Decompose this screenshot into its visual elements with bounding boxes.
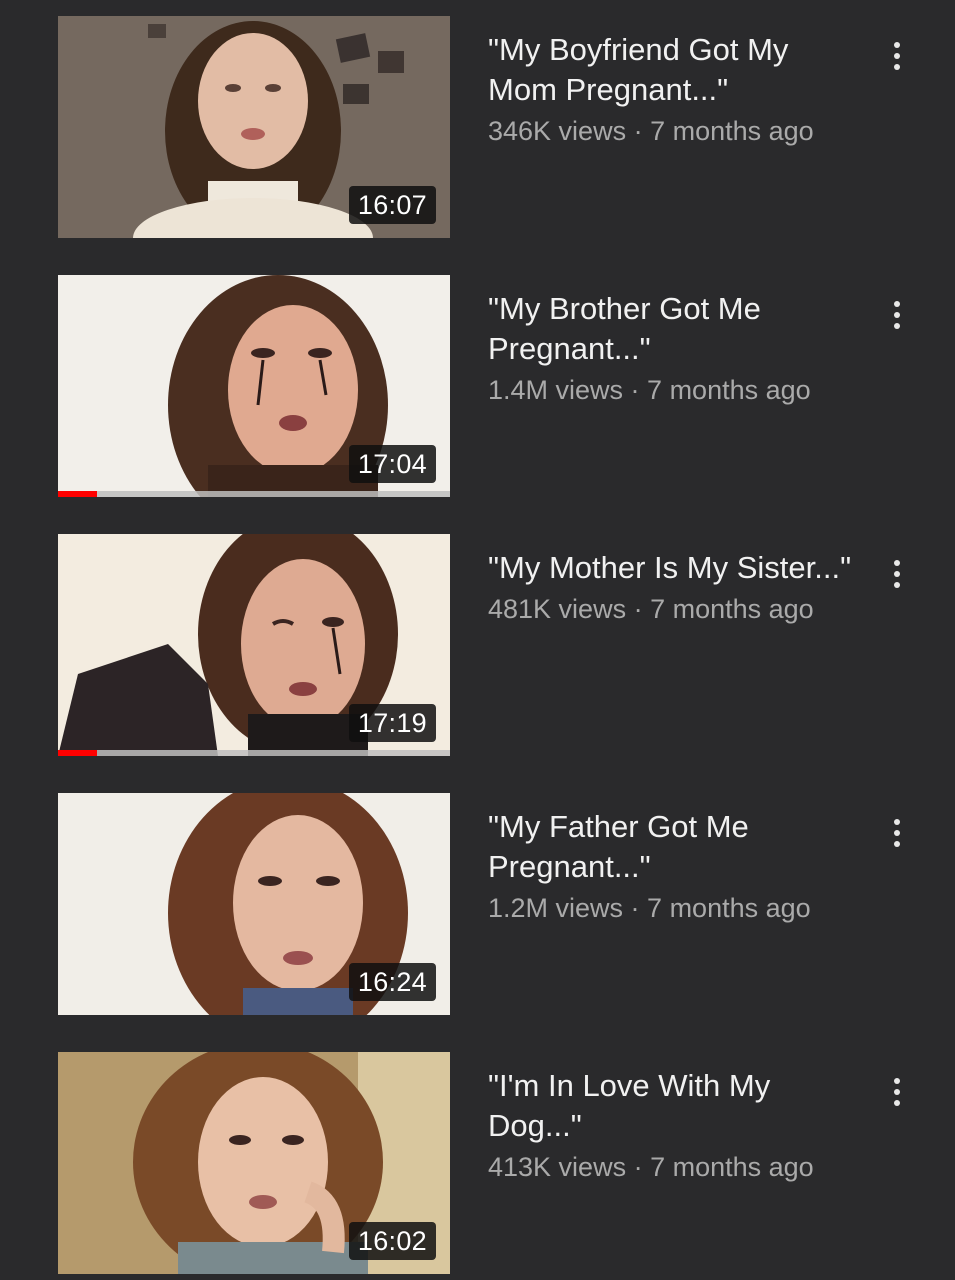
video-thumbnail[interactable]: 17:19 <box>58 534 450 756</box>
watch-progress-fill <box>58 491 98 497</box>
watch-progress-bar <box>58 491 450 497</box>
video-duration: 16:02 <box>348 1222 436 1260</box>
video-thumbnail[interactable]: 16:07 <box>58 16 450 238</box>
video-title[interactable]: "My Father Got Me Pregnant..." <box>488 807 858 887</box>
video-meta: "I'm In Love With My Dog..." 413K views … <box>488 1066 858 1184</box>
video-stats: 1.4M views · 7 months ago <box>488 373 858 407</box>
video-meta: "My Mother Is My Sister..." 481K views ·… <box>488 548 858 626</box>
watch-progress-bar <box>58 750 450 756</box>
video-views: 1.2M views <box>488 893 624 923</box>
video-item[interactable]: 16:24 "My Father Got Me Pregnant..." 1.2… <box>0 793 955 1033</box>
video-stats: 346K views · 7 months ago <box>488 114 858 148</box>
meta-separator: · <box>623 375 648 405</box>
video-thumbnail[interactable]: 16:24 <box>58 793 450 1015</box>
video-age: 7 months ago <box>650 1152 814 1182</box>
video-age: 7 months ago <box>650 116 814 146</box>
meta-separator: · <box>623 893 648 923</box>
more-vert-icon[interactable] <box>884 811 910 855</box>
video-meta: "My Father Got Me Pregnant..." 1.2M view… <box>488 807 858 925</box>
video-item[interactable]: 17:19 "My Mother Is My Sister..." 481K v… <box>0 534 955 774</box>
video-duration: 17:04 <box>348 445 436 483</box>
video-duration: 16:07 <box>348 186 436 224</box>
video-age: 7 months ago <box>650 594 814 624</box>
watch-progress-fill <box>58 750 98 756</box>
video-thumbnail[interactable]: 16:02 <box>58 1052 450 1274</box>
video-duration: 17:19 <box>348 704 436 742</box>
video-age: 7 months ago <box>647 893 811 923</box>
more-vert-icon[interactable] <box>884 293 910 337</box>
video-item[interactable]: 17:04 "My Brother Got Me Pregnant..." 1.… <box>0 275 955 515</box>
video-title[interactable]: "My Brother Got Me Pregnant..." <box>488 289 858 369</box>
video-stats: 413K views · 7 months ago <box>488 1150 858 1184</box>
video-age: 7 months ago <box>647 375 811 405</box>
video-stats: 481K views · 7 months ago <box>488 592 858 626</box>
video-item[interactable]: 16:07 "My Boyfriend Got My Mom Pregnant.… <box>0 16 955 256</box>
video-views: 413K views <box>488 1152 627 1182</box>
video-meta: "My Boyfriend Got My Mom Pregnant..." 34… <box>488 30 858 148</box>
video-list: 16:07 "My Boyfriend Got My Mom Pregnant.… <box>0 0 955 1280</box>
meta-separator: · <box>626 1152 651 1182</box>
meta-separator: · <box>626 594 651 624</box>
video-meta: "My Brother Got Me Pregnant..." 1.4M vie… <box>488 289 858 407</box>
meta-separator: · <box>626 116 651 146</box>
more-vert-icon[interactable] <box>884 552 910 596</box>
video-title[interactable]: "I'm In Love With My Dog..." <box>488 1066 858 1146</box>
more-vert-icon[interactable] <box>884 1070 910 1114</box>
video-duration: 16:24 <box>348 963 436 1001</box>
video-stats: 1.2M views · 7 months ago <box>488 891 858 925</box>
video-views: 346K views <box>488 116 627 146</box>
video-thumbnail[interactable]: 17:04 <box>58 275 450 497</box>
video-views: 481K views <box>488 594 627 624</box>
video-item[interactable]: 16:02 "I'm In Love With My Dog..." 413K … <box>0 1052 955 1280</box>
more-vert-icon[interactable] <box>884 34 910 78</box>
video-title[interactable]: "My Boyfriend Got My Mom Pregnant..." <box>488 30 858 110</box>
video-views: 1.4M views <box>488 375 624 405</box>
video-title[interactable]: "My Mother Is My Sister..." <box>488 548 858 588</box>
